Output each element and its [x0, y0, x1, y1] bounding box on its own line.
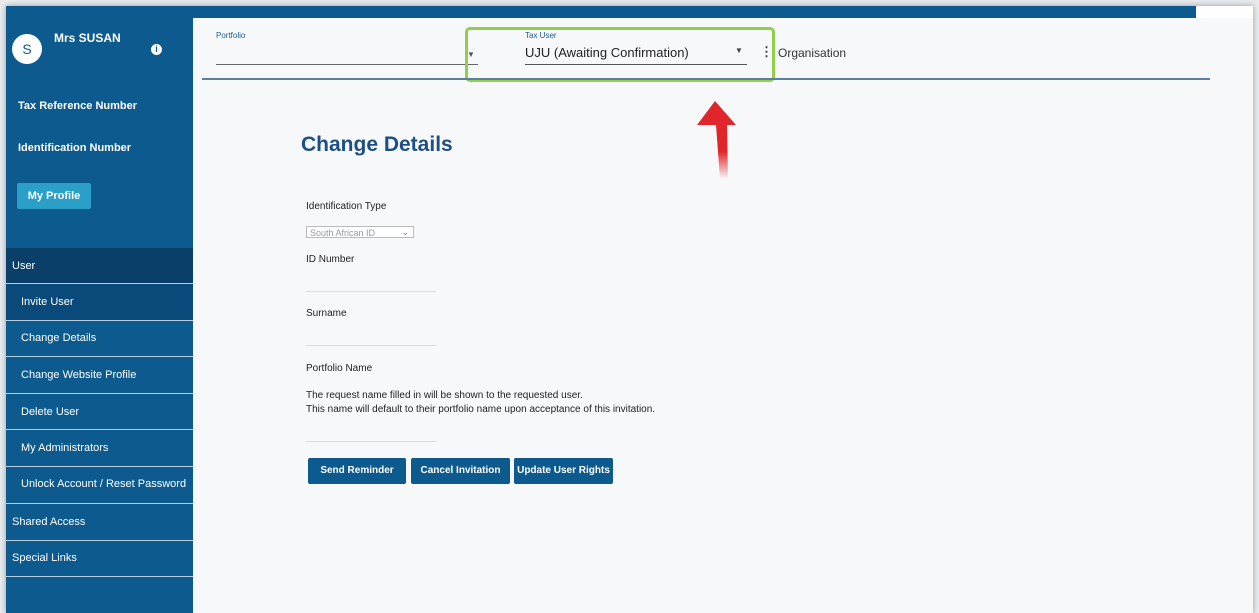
- sidebar: S Mrs SUSAN i Tax Reference Number Ident…: [6, 6, 193, 613]
- identification-label: Identification Number: [18, 142, 132, 154]
- sidebar-item-delete-user[interactable]: Delete User: [6, 394, 193, 431]
- tax-reference-label: Tax Reference Number: [18, 100, 138, 112]
- identification-type-value: South African ID: [310, 228, 376, 238]
- organisation-tab[interactable]: Organisation: [778, 46, 846, 60]
- id-number-label: ID Number: [306, 254, 355, 265]
- sidebar-item-change-details[interactable]: Change Details: [6, 321, 193, 358]
- sidebar-item-invite-user[interactable]: Invite User: [6, 284, 193, 321]
- portfolio-name-note-1: The request name filled in will be shown…: [306, 390, 583, 401]
- tax-user-chevron-down-icon[interactable]: ▼: [735, 46, 743, 55]
- tax-user-select[interactable]: UJU (Awaiting Confirmation): [525, 45, 689, 60]
- cancel-invitation-button[interactable]: Cancel Invitation: [411, 458, 510, 484]
- top-bar-right: [1196, 6, 1253, 18]
- tax-user-underline: [525, 64, 747, 65]
- id-number-field[interactable]: [306, 291, 436, 292]
- portfolio-select[interactable]: [216, 64, 478, 65]
- app-window: S Mrs SUSAN i Tax Reference Number Ident…: [6, 6, 1253, 613]
- sidebar-item-special-links[interactable]: Special Links: [6, 541, 193, 578]
- user-name: Mrs SUSAN: [54, 31, 121, 45]
- top-bar: [193, 6, 1196, 18]
- more-options-icon[interactable]: ⋮: [760, 44, 773, 60]
- send-reminder-button[interactable]: Send Reminder: [308, 458, 406, 484]
- chevron-down-icon: ⌄: [401, 227, 409, 237]
- my-profile-button[interactable]: My Profile: [17, 183, 91, 209]
- update-user-rights-button[interactable]: Update User Rights: [514, 458, 613, 484]
- tax-user-label: Tax User: [525, 31, 557, 40]
- avatar[interactable]: S: [12, 34, 42, 64]
- surname-label: Surname: [306, 308, 347, 319]
- sidebar-item-change-website-profile[interactable]: Change Website Profile: [6, 357, 193, 394]
- sidebar-item-my-administrators[interactable]: My Administrators: [6, 430, 193, 467]
- portfolio-name-label: Portfolio Name: [306, 363, 373, 374]
- sidebar-item-shared-access[interactable]: Shared Access: [6, 504, 193, 541]
- sidebar-item-unlock-account[interactable]: Unlock Account / Reset Password: [6, 467, 193, 504]
- sidebar-item-user[interactable]: User: [6, 248, 193, 284]
- info-icon[interactable]: i: [151, 44, 162, 55]
- identification-type-label: Identification Type: [306, 201, 387, 212]
- identification-type-select[interactable]: South African ID ⌄: [306, 226, 414, 238]
- header-divider: [202, 78, 1210, 80]
- portfolio-label: Portfolio: [216, 31, 246, 40]
- surname-field[interactable]: [306, 345, 436, 346]
- red-arrow-icon: [697, 101, 736, 179]
- portfolio-name-field[interactable]: [306, 441, 436, 442]
- portfolio-name-note-2: This name will default to their portfoli…: [306, 404, 656, 415]
- sidebar-menu: User Invite User Change Details Change W…: [6, 248, 193, 578]
- page-title: Change Details: [301, 133, 453, 156]
